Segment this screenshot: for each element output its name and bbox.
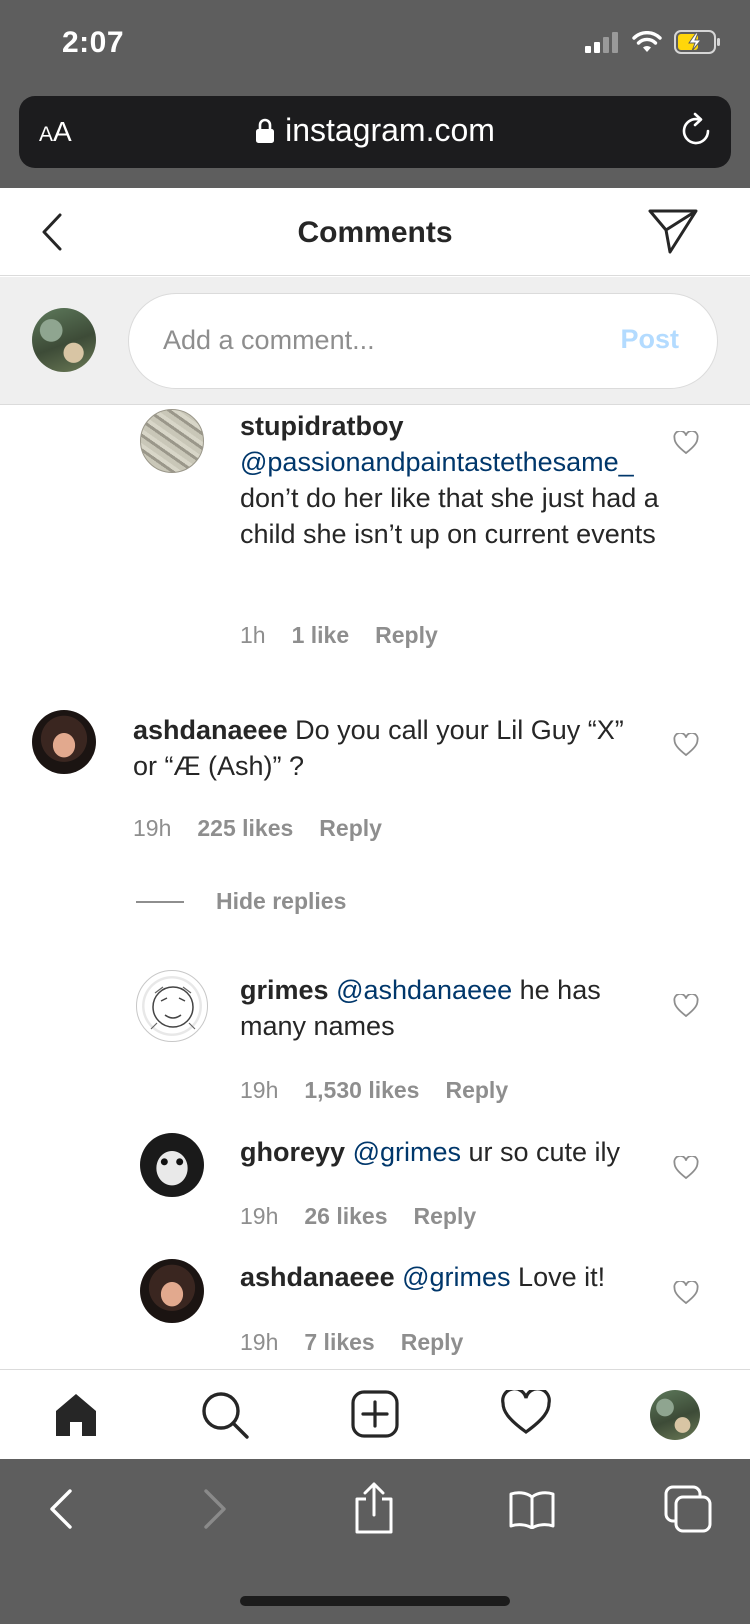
reply-button[interactable]: Reply: [319, 815, 382, 842]
battery-charging-icon: [674, 30, 720, 54]
comment-meta: 19h 1,530 likes Reply: [240, 1077, 508, 1104]
comment-meta: 19h 26 likes Reply: [240, 1203, 476, 1230]
my-avatar: [32, 308, 96, 372]
comment-mention[interactable]: @grimes: [353, 1137, 461, 1167]
tab-home[interactable]: [52, 1390, 100, 1443]
sketch-face-icon: [150, 986, 196, 1030]
comment-meta: 19h 225 likes Reply: [133, 815, 382, 842]
heart-icon: [673, 731, 699, 757]
comment-text: stupidratboy @passionandpaintastethesame…: [240, 408, 660, 552]
comment-username[interactable]: ghoreyy: [240, 1137, 345, 1167]
url-display[interactable]: instagram.com: [19, 112, 731, 149]
bookmarks-icon: [509, 1491, 555, 1530]
like-button[interactable]: [673, 731, 699, 762]
post-button[interactable]: Post: [620, 324, 679, 355]
comment-body: ur so cute ily: [468, 1137, 621, 1167]
avatar[interactable]: [140, 1259, 204, 1323]
comment-username[interactable]: stupidratboy: [240, 411, 404, 441]
paper-plane-icon: [648, 209, 698, 254]
reply-button[interactable]: Reply: [445, 1077, 508, 1104]
tab-search[interactable]: [200, 1390, 250, 1445]
profile-avatar: [650, 1390, 700, 1440]
comment-username[interactable]: ashdanaeee: [133, 715, 288, 745]
comment-likes[interactable]: 7 likes: [304, 1329, 374, 1356]
comment-username[interactable]: ashdanaeee: [240, 1262, 395, 1292]
avatar[interactable]: [140, 409, 204, 473]
comment-time: 19h: [133, 815, 172, 841]
comment-body: Love it!: [518, 1262, 606, 1292]
comment-meta: 19h 7 likes Reply: [240, 1329, 463, 1356]
forward-icon: [204, 1489, 226, 1529]
heart-icon: [673, 1154, 699, 1180]
address-bar[interactable]: AA instagram.com: [19, 96, 731, 168]
back-icon: [50, 1489, 72, 1529]
comments-header: Comments: [0, 188, 750, 276]
comment-time: 19h: [240, 1329, 279, 1355]
tabs-icon: [664, 1485, 712, 1533]
page-title: Comments: [297, 216, 453, 249]
comment-mention[interactable]: @ashdanaeee: [336, 975, 512, 1005]
avatar[interactable]: [32, 710, 96, 774]
comment-text: ashdanaeee @grimes Love it!: [240, 1259, 660, 1295]
domain-label: instagram.com: [285, 112, 495, 148]
like-button[interactable]: [673, 992, 699, 1023]
comment-text: ghoreyy @grimes ur so cute ily: [240, 1134, 660, 1170]
like-button[interactable]: [673, 1279, 699, 1310]
comment-username[interactable]: grimes: [240, 975, 329, 1005]
comment-time: 1h: [240, 622, 266, 648]
comment-likes[interactable]: 1,530 likes: [304, 1077, 419, 1104]
comment-time: 19h: [240, 1203, 279, 1229]
avatar[interactable]: [136, 970, 208, 1042]
browser-forward-button[interactable]: [202, 1487, 230, 1536]
comment-meta: 1h 1 like Reply: [240, 622, 438, 649]
activity-heart-icon: [501, 1387, 551, 1434]
tabs-button[interactable]: [664, 1485, 712, 1538]
search-icon: [202, 1392, 249, 1439]
comment-likes[interactable]: 26 likes: [304, 1203, 387, 1230]
cellular-signal-icon: [585, 32, 618, 53]
reply-button[interactable]: Reply: [401, 1329, 464, 1356]
home-indicator[interactable]: [240, 1596, 510, 1606]
avatar[interactable]: [140, 1133, 204, 1197]
divider-line: [136, 900, 184, 903]
comment-mention[interactable]: @passionandpaintastethesame_: [240, 447, 634, 477]
hide-replies-label: Hide replies: [216, 888, 347, 914]
comment-body: don’t do her like that she just had a ch…: [240, 483, 659, 549]
heart-icon: [673, 1279, 699, 1305]
like-button[interactable]: [673, 1154, 699, 1185]
share-button[interactable]: [352, 1481, 396, 1540]
tab-profile[interactable]: [650, 1390, 700, 1440]
reply-button[interactable]: Reply: [375, 622, 438, 649]
browser-top-chrome: 2:07 AA instagram.com: [0, 0, 750, 188]
like-button[interactable]: [673, 429, 699, 460]
hide-replies-button[interactable]: Hide replies: [136, 888, 346, 915]
new-post-icon: [351, 1390, 399, 1438]
reload-button[interactable]: [677, 112, 715, 155]
comment-likes[interactable]: 1 like: [292, 622, 350, 649]
status-icons: [584, 30, 722, 54]
heart-icon: [673, 992, 699, 1018]
share-direct-button[interactable]: [648, 208, 698, 259]
bookmarks-button[interactable]: [508, 1489, 556, 1534]
wifi-icon: [632, 31, 662, 52]
heart-icon: [673, 429, 699, 455]
comment-mention[interactable]: @grimes: [402, 1262, 510, 1292]
home-icon: [56, 1394, 96, 1436]
comment-placeholder: Add a comment...: [163, 325, 375, 355]
share-icon: [355, 1482, 393, 1534]
reply-button[interactable]: Reply: [414, 1203, 477, 1230]
comment-input[interactable]: Add a comment... Post: [128, 293, 718, 389]
status-time: 2:07: [62, 26, 125, 59]
comment-text: ashdanaeee Do you call your Lil Guy “X” …: [133, 712, 653, 784]
tab-new-post[interactable]: [351, 1390, 399, 1443]
bottom-tab-bar: [0, 1369, 750, 1459]
tab-activity[interactable]: [500, 1387, 552, 1441]
comment-time: 19h: [240, 1077, 279, 1103]
comment-composer: Add a comment... Post: [0, 277, 750, 405]
lock-icon: [256, 118, 275, 143]
comment-likes[interactable]: 225 likes: [197, 815, 293, 842]
comment-text: grimes @ashdanaeee he has many names: [240, 972, 660, 1044]
browser-back-button[interactable]: [46, 1487, 74, 1536]
reload-icon: [682, 112, 710, 145]
